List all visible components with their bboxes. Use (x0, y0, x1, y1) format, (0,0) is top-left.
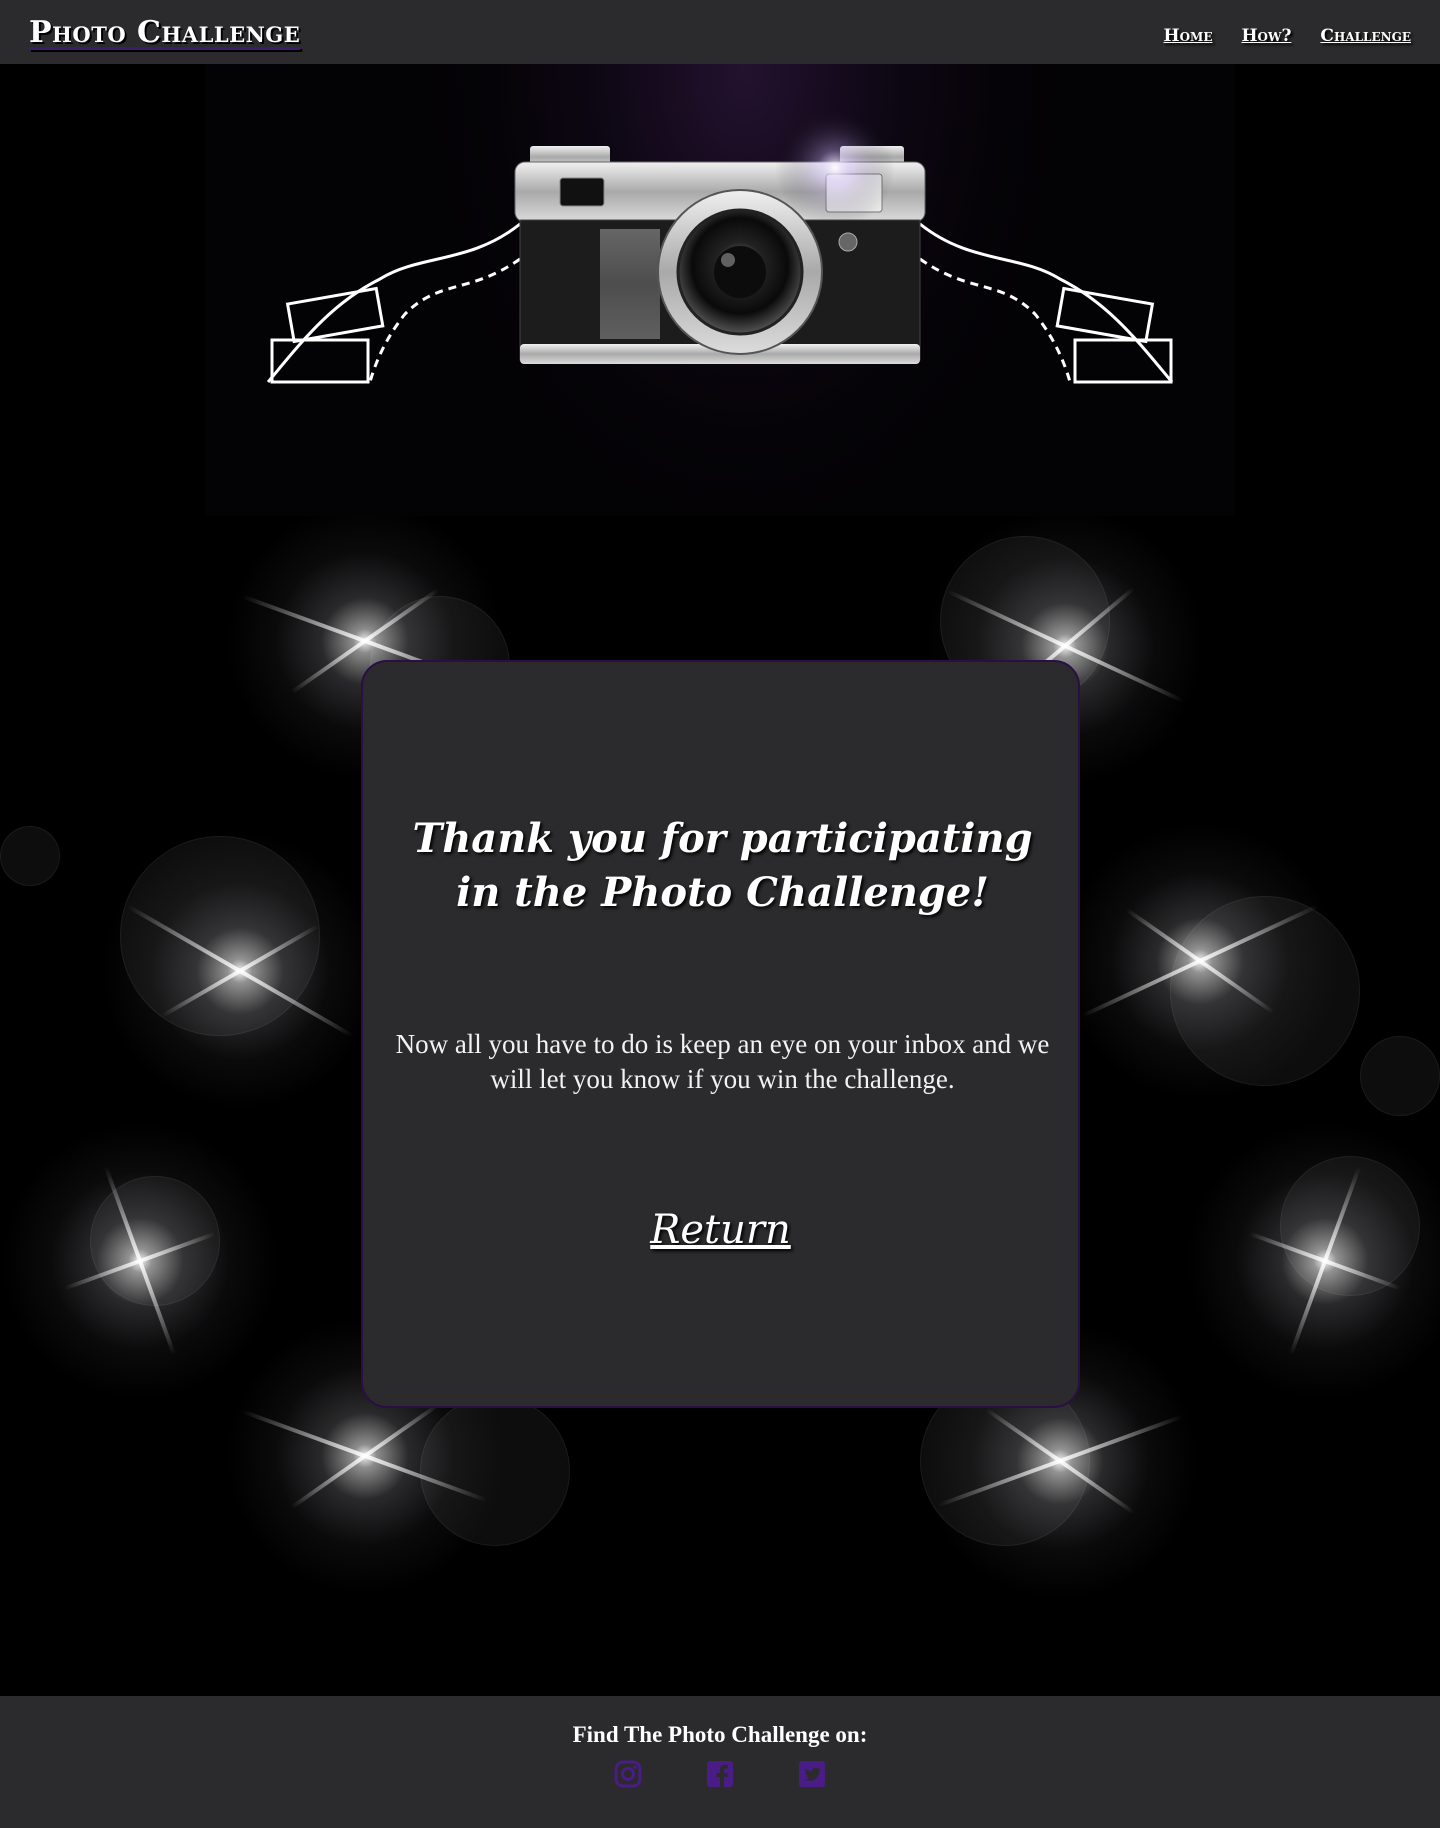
thank-you-message: Now all you have to do is keep an eye on… (395, 1029, 1050, 1094)
light-flare (1060, 821, 1340, 1101)
navbar: Photo Challenge Home How? Challenge (0, 0, 1440, 64)
light-flare (100, 831, 380, 1111)
bokeh-circle (0, 826, 60, 886)
twitter-icon[interactable] (797, 1759, 827, 1789)
footer-title: Find The Photo Challenge on: (572, 1722, 868, 1747)
light-flare (0, 1121, 280, 1401)
nav-link-how[interactable]: How? (1241, 26, 1291, 46)
social-links (0, 1759, 1440, 1789)
light-flare (1185, 1121, 1440, 1401)
main-nav: Home How? Challenge (1164, 26, 1411, 46)
return-link[interactable]: Return (363, 1207, 1078, 1253)
footer: Find The Photo Challenge on: (0, 1696, 1440, 1828)
camera-film-icon (266, 108, 1174, 384)
bokeh-circle (1360, 1036, 1440, 1116)
brand-logo-link[interactable]: Photo Challenge (29, 15, 300, 50)
nav-link-challenge[interactable]: Challenge (1320, 26, 1411, 46)
instagram-icon[interactable] (613, 1759, 643, 1789)
nav-link-home[interactable]: Home (1164, 26, 1213, 46)
hero-banner (0, 64, 1440, 516)
thank-you-card: Thank you for participating in the Photo… (361, 660, 1080, 1408)
facebook-icon[interactable] (705, 1759, 735, 1789)
thank-you-heading: Thank you for participating in the Photo… (412, 815, 1033, 916)
